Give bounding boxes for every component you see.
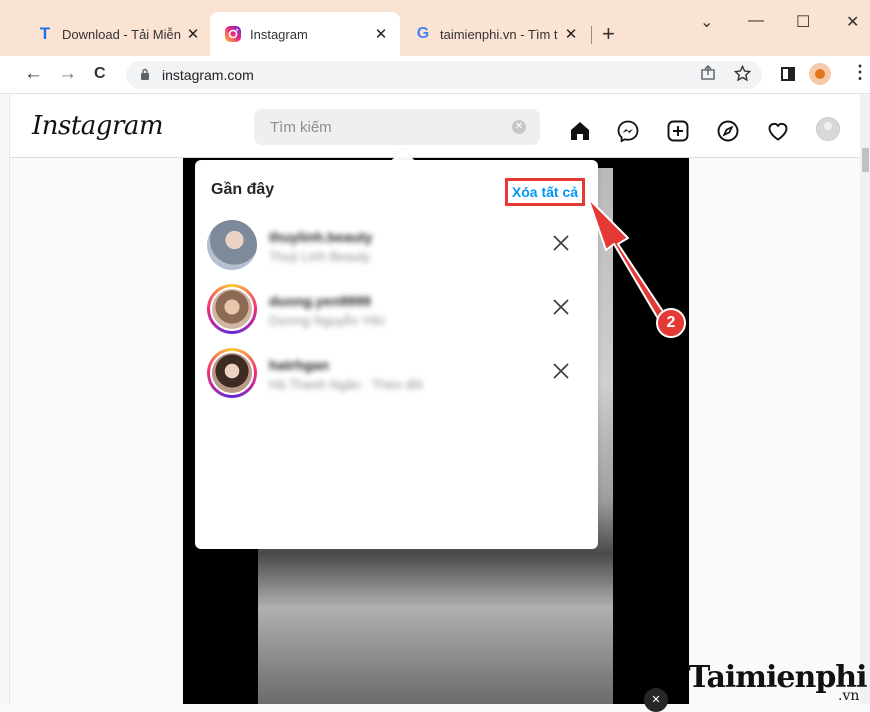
instagram-logo[interactable]: Instagram [32, 111, 164, 141]
new-post-icon[interactable] [666, 119, 690, 143]
instagram-header: Instagram ✕ [10, 95, 860, 158]
tab-search-dropdown-icon[interactable]: ⌄ [700, 12, 713, 32]
mute-audio-icon[interactable]: ✕ [644, 688, 668, 712]
recent-searches-panel: Gần đây Xóa tất cả thuylinh.beauty Thuỳ … [195, 160, 598, 549]
explore-icon[interactable] [716, 119, 740, 143]
new-tab-button[interactable]: + [602, 23, 615, 45]
messenger-icon[interactable] [616, 119, 640, 143]
tab-title: taimienphi.vn - Tìm t [440, 26, 558, 42]
recent-fullname: Thuỳ Linh Beauty [269, 249, 371, 264]
maximize-button[interactable]: ☐ [796, 12, 810, 32]
share-icon[interactable] [700, 65, 716, 85]
instagram-profile-avatar[interactable] [816, 117, 840, 141]
address-text: instagram.com [162, 67, 254, 83]
search-clear-icon[interactable]: ✕ [512, 120, 526, 134]
page-scrollbar[interactable] [860, 95, 870, 704]
recent-username: hatrhgan [269, 357, 329, 373]
taimienphi-favicon-icon: T [39, 24, 51, 43]
browser-menu-icon[interactable]: ⋮ [851, 62, 869, 83]
minimize-button[interactable]: — [748, 12, 764, 30]
recent-username: thuylinh.beauty [269, 229, 373, 245]
tab-close-icon[interactable]: ✕ [184, 25, 202, 43]
page-left-gutter [0, 95, 10, 704]
tab-instagram[interactable]: Instagram ✕ [210, 12, 400, 56]
tab-download[interactable]: T Download - Tải Miễn ✕ [22, 12, 212, 56]
remove-recent-icon[interactable] [549, 231, 573, 255]
reload-button[interactable]: C [94, 63, 106, 85]
recent-search-item[interactable]: thuylinh.beauty Thuỳ Linh Beauty [207, 217, 587, 273]
side-panel-icon[interactable] [781, 67, 795, 81]
recent-username: duong.yen9999 [269, 293, 371, 309]
recent-search-item[interactable]: duong.yen9999 Dương Nguyễn Yến [207, 281, 587, 337]
bookmark-star-icon[interactable] [733, 64, 752, 86]
instagram-favicon-icon [224, 25, 242, 43]
remove-recent-icon[interactable] [549, 359, 573, 383]
back-button[interactable]: ← [24, 63, 43, 85]
recent-fullname: Hà Thanh Ngân · Theo dõi [269, 377, 423, 392]
remove-recent-icon[interactable] [549, 295, 573, 319]
avatar-story-ring [207, 284, 257, 334]
step-number-badge: 2 [656, 308, 686, 338]
activity-heart-icon[interactable] [766, 119, 790, 143]
search-input[interactable] [268, 117, 512, 137]
recent-searches-heading: Gần đây [211, 181, 275, 198]
home-icon[interactable] [568, 119, 592, 143]
tab-divider [591, 26, 592, 44]
search-box[interactable]: ✕ [254, 109, 540, 145]
avatar-story-ring [207, 348, 257, 398]
browser-toolbar: ← → C instagram.com [0, 56, 870, 94]
tab-title: Download - Tải Miễn [62, 26, 181, 42]
watermark-domain-suffix: .vn [838, 688, 860, 704]
tab-google-search[interactable]: G taimienphi.vn - Tìm t ✕ [400, 12, 590, 56]
avatar [207, 220, 257, 270]
tab-close-icon[interactable]: ✕ [372, 25, 390, 43]
scrollbar-thumb[interactable] [862, 148, 869, 172]
google-favicon-icon: G [416, 25, 430, 42]
address-bar[interactable]: instagram.com [126, 61, 762, 89]
recent-fullname: Dương Nguyễn Yến [269, 313, 386, 328]
lock-icon [140, 68, 152, 83]
forward-button[interactable]: → [58, 63, 77, 85]
clear-all-button[interactable]: Xóa tất cả [505, 178, 585, 206]
recent-search-item[interactable]: hatrhgan Hà Thanh Ngân · Theo dõi [207, 345, 587, 401]
tab-close-icon[interactable]: ✕ [562, 25, 580, 43]
browser-profile-avatar[interactable] [809, 63, 831, 85]
tab-title: Instagram [250, 26, 308, 42]
close-window-button[interactable]: ✕ [846, 12, 859, 32]
browser-tab-bar: T Download - Tải Miễn ✕ Instagram ✕ G ta… [0, 0, 870, 56]
